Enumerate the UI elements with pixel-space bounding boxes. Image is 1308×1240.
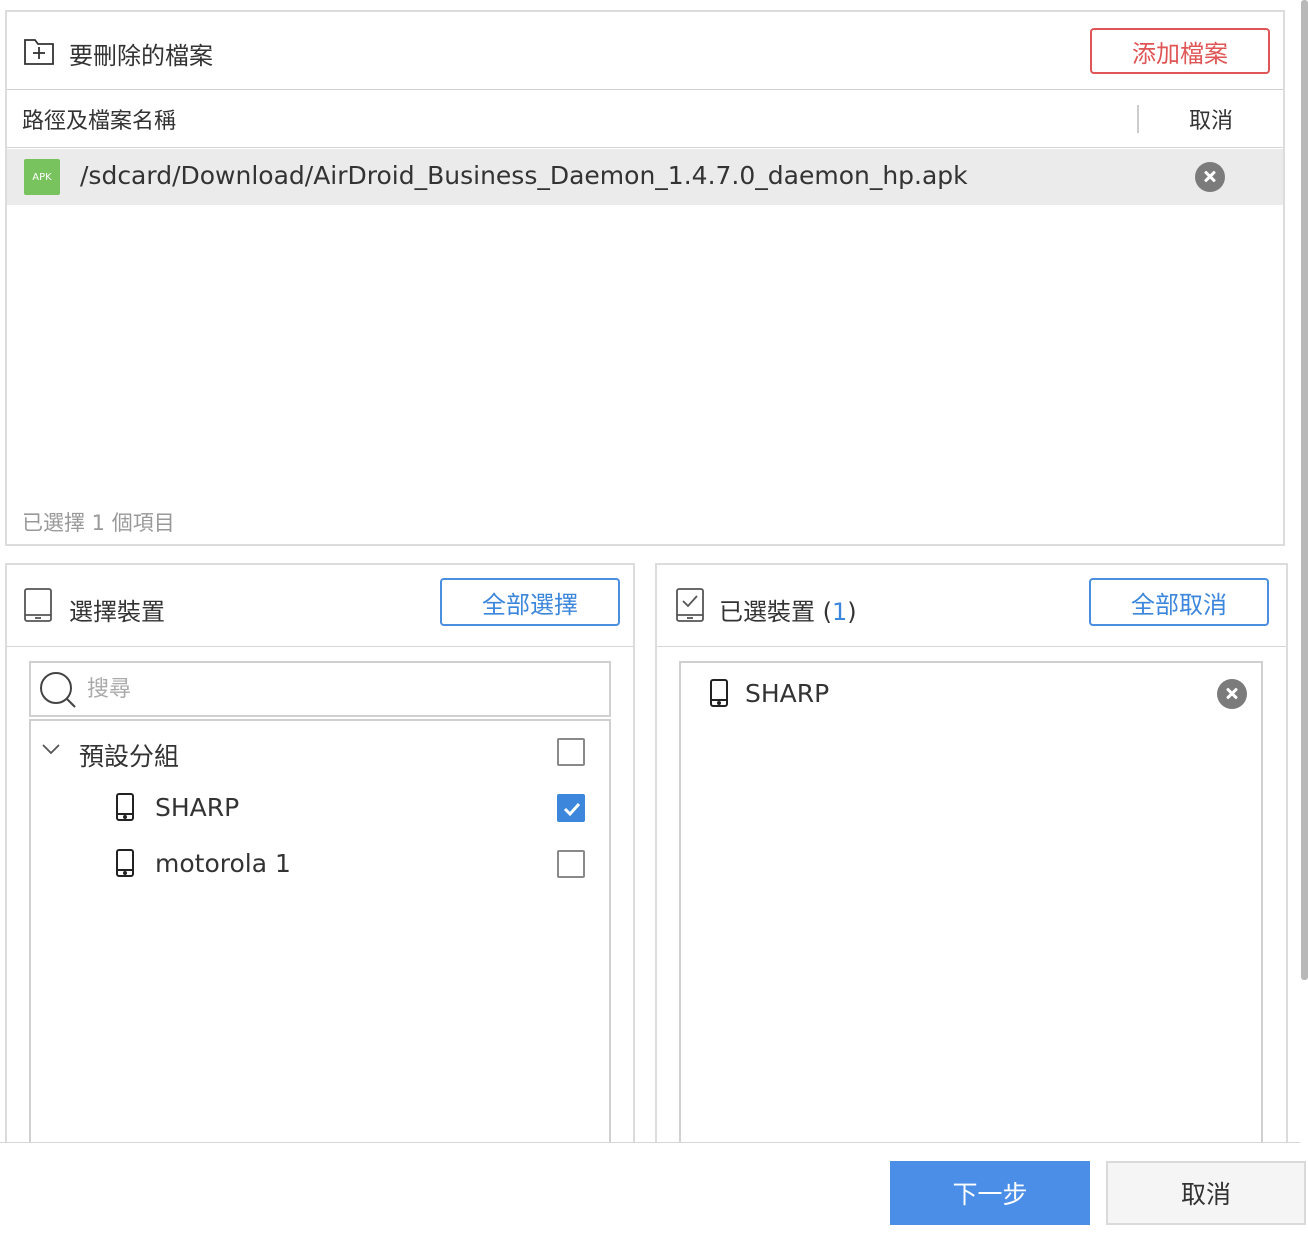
selected-devices-list: SHARP — [679, 661, 1263, 1159]
select-devices-header: 選擇裝置 全部選擇 — [7, 565, 633, 647]
device-checkbox-sharp[interactable] — [557, 794, 585, 822]
file-row: APK /sdcard/Download/AirDroid_Business_D… — [7, 149, 1283, 205]
group-row[interactable]: 預設分組 — [31, 727, 609, 777]
files-panel-header: 要刪除的檔案 添加檔案 — [7, 12, 1283, 90]
device-tree: 預設分組 SHARP motorola 1 — [29, 719, 611, 1159]
add-file-button[interactable]: 添加檔案 — [1090, 28, 1270, 74]
selected-device-row: SHARP — [681, 669, 1261, 719]
column-path-filename: 路徑及檔案名稱 — [22, 109, 177, 134]
files-table-header: 路徑及檔案名稱 取消 — [7, 90, 1283, 148]
remove-file-icon[interactable] — [1195, 162, 1225, 192]
selected-devices-header: 已選裝置 (1) 全部取消 — [657, 565, 1286, 647]
select-all-button[interactable]: 全部選擇 — [440, 578, 620, 626]
group-checkbox[interactable] — [557, 738, 585, 766]
column-divider — [1137, 105, 1139, 133]
file-path: /sdcard/Download/AirDroid_Business_Daemo… — [80, 161, 968, 190]
tablet-check-icon — [675, 587, 705, 627]
selected-device-count: 1 — [832, 598, 848, 626]
select-devices-title: 選擇裝置 — [69, 598, 165, 626]
device-row-motorola[interactable]: motorola 1 — [31, 839, 609, 889]
device-name: SHARP — [155, 793, 240, 822]
select-devices-panel: 選擇裝置 全部選擇 預設分組 — [5, 563, 635, 1163]
apk-file-icon: APK — [24, 159, 60, 195]
group-label: 預設分組 — [79, 742, 180, 771]
column-cancel: 取消 — [1189, 109, 1234, 134]
tablet-icon — [23, 587, 53, 627]
selected-devices-title: 已選裝置 (1) — [719, 592, 857, 627]
selected-items-count: 已選擇 1 個項目 — [22, 511, 175, 535]
next-button[interactable]: 下一步 — [890, 1161, 1090, 1225]
selected-devices-panel: 已選裝置 (1) 全部取消 SHARP — [655, 563, 1288, 1163]
files-panel-title: 要刪除的檔案 — [69, 42, 213, 70]
add-folder-icon — [23, 34, 55, 70]
phone-icon — [115, 792, 135, 826]
device-name: motorola 1 — [155, 849, 291, 878]
remove-device-icon[interactable] — [1217, 679, 1247, 709]
files-to-delete-panel: 要刪除的檔案 添加檔案 路徑及檔案名稱 取消 APK /sdcard/Downl… — [5, 10, 1285, 546]
cancel-button[interactable]: 取消 — [1106, 1161, 1306, 1225]
device-row-sharp[interactable]: SHARP — [31, 783, 609, 833]
device-checkbox-motorola[interactable] — [557, 850, 585, 878]
phone-icon — [709, 678, 729, 712]
deselect-all-button[interactable]: 全部取消 — [1089, 578, 1269, 626]
page-scrollbar[interactable] — [1301, 0, 1308, 980]
title-prefix: 已選裝置 ( — [719, 598, 832, 626]
chevron-down-icon[interactable] — [41, 741, 61, 760]
title-suffix: ) — [847, 598, 857, 626]
dialog-footer: 下一步 取消 — [0, 1142, 1306, 1240]
device-search-input[interactable] — [87, 669, 587, 709]
device-search-box — [29, 661, 611, 717]
search-icon — [39, 671, 77, 713]
phone-icon — [115, 848, 135, 882]
selected-device-name: SHARP — [745, 679, 830, 708]
